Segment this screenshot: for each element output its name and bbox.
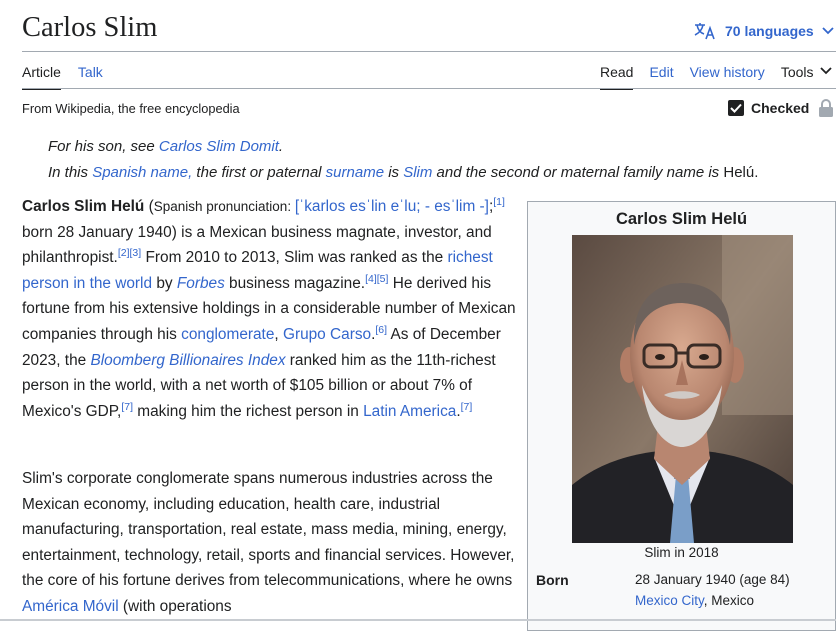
checkmark-icon <box>728 100 744 116</box>
hatnote-text: For his son, see <box>48 138 159 155</box>
tools-label: Tools <box>780 64 814 80</box>
hatnote-text: the first or paternal <box>192 164 326 181</box>
tab-view-history[interactable]: View history <box>690 64 765 89</box>
text: , <box>274 325 283 343</box>
reference: [2][3] <box>118 247 141 259</box>
text: business magazine. <box>224 274 366 292</box>
text: From 2010 to 2013, Slim was ranked as th… <box>141 249 448 267</box>
link-america-movil[interactable]: América Móvil <box>22 598 119 615</box>
languages-button[interactable]: 70 languages <box>694 22 836 40</box>
lock-icon <box>819 99 834 117</box>
ref-7-link[interactable]: [7] <box>461 401 473 413</box>
pronunciation-label: Spanish pronunciation: <box>153 199 295 214</box>
link-forbes[interactable]: Forbes <box>177 275 225 292</box>
tab-article[interactable]: Article <box>22 64 61 90</box>
link-bloomberg-index[interactable]: Bloomberg Billionaires Index <box>90 352 285 369</box>
infobox-title: Carlos Slim Helú <box>615 210 748 228</box>
page-title: Carlos Slim <box>22 12 158 43</box>
portrait-caption: Slim in 2018 <box>644 545 719 560</box>
link-slim[interactable]: Slim <box>403 164 432 181</box>
title-divider <box>22 51 836 52</box>
tab-read[interactable]: Read <box>600 64 634 90</box>
portrait-image[interactable] <box>572 235 793 543</box>
hatnote-spanish-name: In this Spanish name, the first or pater… <box>48 164 758 181</box>
text: (with operations <box>118 597 232 615</box>
hatnote-text: In this <box>48 164 93 181</box>
subject-name: Carlos Slim Helú <box>22 198 145 215</box>
ref-1-link[interactable]: [1] <box>493 196 505 208</box>
link-grupo-carso[interactable]: Grupo Carso <box>283 326 371 343</box>
view-tabs: Read Edit View history Tools <box>600 64 836 90</box>
link-conglomerate[interactable]: conglomerate <box>181 326 274 343</box>
link-text: Bloomberg Billionaires Index <box>90 351 286 369</box>
ref-6-link[interactable]: [6] <box>375 324 387 336</box>
reference: [4][5] <box>365 273 388 285</box>
link-surname[interactable]: surname <box>326 164 384 181</box>
checked-label: Checked <box>751 100 810 116</box>
infobox: Carlos Slim Helú Slim in 2018 Born 28 Ja… <box>527 201 836 631</box>
hatnote-text: and the second or maternal family name i… <box>432 164 724 181</box>
hatnote-text: is <box>384 164 404 181</box>
born-date: 28 January 1940 (age 84) <box>635 572 790 587</box>
reference: [7] <box>461 401 473 413</box>
ref-2-link[interactable]: [2] <box>118 247 130 259</box>
reference: [7] <box>121 401 133 413</box>
lead-paragraph: Carlos Slim Helú (Spanish pronunciation:… <box>22 194 518 424</box>
hatnote-son: For his son, see Carlos Slim Domit. <box>48 138 283 155</box>
born-place: Mexico City, Mexico <box>635 593 754 608</box>
tabs-divider <box>22 88 836 89</box>
namespace-tabs: Article Talk <box>22 64 120 90</box>
ref-7-link[interactable]: [7] <box>121 401 133 413</box>
ref-4-link[interactable]: [4] <box>365 273 377 285</box>
tab-tools[interactable]: Tools <box>781 64 832 89</box>
translate-icon <box>694 23 715 40</box>
hatnote-text: Helú. <box>723 164 759 181</box>
languages-label: 70 languages <box>725 23 814 39</box>
link-text: Forbes <box>176 274 225 292</box>
link-carlos-slim-domit[interactable]: Carlos Slim Domit <box>159 138 279 155</box>
ipa-pronunciation[interactable]: [ˈkarlos esˈlin eˈlu; - esˈlim -] <box>295 198 489 215</box>
reference: [6] <box>375 324 387 336</box>
chevron-down-icon <box>819 67 832 75</box>
tab-talk[interactable]: Talk <box>78 64 103 89</box>
reference: [1] <box>493 196 505 208</box>
born-country: Mexico <box>711 593 755 608</box>
hatnote-text: . <box>278 138 284 155</box>
link-latin-america[interactable]: Latin America <box>363 403 456 420</box>
text: by <box>152 274 177 292</box>
tab-edit[interactable]: Edit <box>649 64 673 89</box>
link-mexico-city[interactable]: Mexico City <box>635 593 704 608</box>
ref-3-link[interactable]: [3] <box>130 247 142 259</box>
text: making him the richest person in <box>133 402 364 420</box>
text: ( <box>144 198 154 215</box>
second-paragraph: Slim's corporate conglomerate spans nume… <box>22 466 518 620</box>
text: Slim's corporate conglomerate spans nume… <box>22 470 515 590</box>
link-spanish-name[interactable]: Spanish name, <box>92 164 192 181</box>
tagline: From Wikipedia, the free encyclopedia <box>22 101 240 116</box>
chevron-down-icon <box>822 27 834 35</box>
checked-indicator[interactable]: Checked <box>728 98 834 118</box>
born-label: Born <box>536 572 569 588</box>
ref-5-link[interactable]: [5] <box>377 273 389 285</box>
